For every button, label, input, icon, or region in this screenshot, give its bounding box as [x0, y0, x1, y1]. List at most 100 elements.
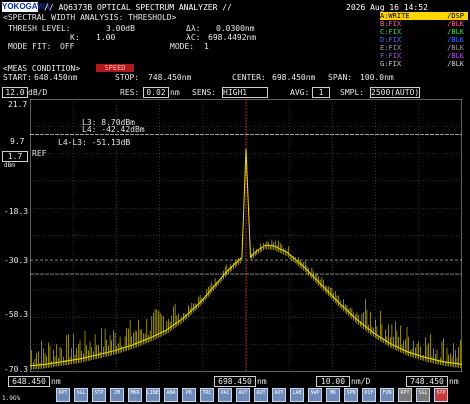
span-per-div-field[interactable]: 10.00 — [316, 376, 350, 387]
trace-e-mode: E:FIX — [380, 44, 402, 52]
trace-a-row[interactable]: A:WRITE/DSP — [380, 12, 468, 20]
trace-b-display: /BLK — [447, 20, 464, 28]
toolbar-button-stp[interactable]: STP — [434, 388, 448, 402]
center-label: CENTER: — [232, 73, 266, 82]
toolbar-button-aut[interactable]: AUT — [236, 388, 250, 402]
toolbar-button-trc[interactable]: TRC — [200, 388, 214, 402]
trace-g-row[interactable]: G:FIX/BLK — [380, 60, 468, 68]
mode-value: 1 — [204, 42, 209, 51]
res-unit: nm — [170, 88, 180, 97]
delta-lambda-label: Δλ: — [186, 24, 201, 33]
trace-c-row[interactable]: C:FIX/BLK — [380, 28, 468, 36]
mode-label: MODE: — [170, 42, 195, 51]
mode-fit-label: MODE FIT: — [8, 42, 52, 51]
toolbar-button-vac[interactable]: VAC — [218, 388, 232, 402]
toolbar-button-stp[interactable]: STP — [92, 388, 106, 402]
sens-label: SENS: — [192, 88, 217, 97]
trace-status-panel: A:WRITE/DSP B:FIX/BLK C:FIX/BLK D:FIX/BL… — [380, 12, 468, 68]
trace-c-mode: C:FIX — [380, 28, 402, 36]
trace-g-display: /BLK — [447, 60, 464, 68]
trace-f-display: /BLK — [447, 52, 464, 60]
toolbar-button-lab[interactable]: LAB — [290, 388, 304, 402]
trace-b-row[interactable]: B:FIX/BLK — [380, 20, 468, 28]
toolbar-button-rpt[interactable]: RPT — [56, 388, 70, 402]
toolbar-button-fun[interactable]: FUN — [380, 388, 394, 402]
start-unit: nm — [51, 377, 61, 386]
span-per-div-unit: nm/D — [351, 377, 371, 386]
toolbar-button-line[interactable]: LINE — [146, 388, 160, 402]
marker-diff-readout: L4-L3: -51.13dB — [58, 138, 131, 147]
datetime: 2026 Aug 16 14:52 — [346, 3, 428, 12]
k-label: K: — [70, 33, 80, 42]
stop-label: STOP: — [115, 73, 140, 82]
res-field[interactable]: 0.02 — [143, 87, 169, 98]
trace-a-mode: A:WRITE — [380, 12, 410, 20]
toolbar-button-aut[interactable]: AUT — [254, 388, 268, 402]
trace-f-mode: F:FIX — [380, 52, 402, 60]
center-unit: nm — [257, 377, 267, 386]
page-indicator: 1.9G% — [2, 395, 21, 402]
toolbar-button-mkr[interactable]: MKR — [128, 388, 142, 402]
trace-b-mode: B:FIX — [380, 20, 402, 28]
thresh-level-label: THRESH LEVEL: — [8, 24, 71, 33]
mode-fit-value: OFF — [60, 42, 75, 51]
start-label: START: — [3, 73, 32, 82]
trace-f-row[interactable]: F:FIX/BLK — [380, 52, 468, 60]
avg-field[interactable]: 1 — [312, 87, 330, 98]
start-wavelength-field[interactable]: 648.450 — [8, 376, 50, 387]
k-value: 1.00 — [96, 33, 116, 42]
marker-l4-readout: L4: -42.42dBm — [82, 125, 145, 134]
lambda-c-value: 698.4492nm — [208, 33, 257, 42]
trace-e-display: /BLK — [447, 44, 464, 52]
trace-c-display: /BLK — [447, 28, 464, 36]
ref-label: REF — [32, 149, 47, 158]
y-tick-label: -18.3 — [4, 207, 29, 216]
y-tick-label: 21.7 — [8, 100, 28, 109]
toolbar-button-sgl[interactable]: SGL — [74, 388, 88, 402]
y-tick-label: -70.3 — [4, 365, 29, 374]
trace-e-row[interactable]: E:FIX/BLK — [380, 44, 468, 52]
delta-lambda-value: 0.0300nm — [216, 24, 255, 33]
window-title: // AQ6373B OPTICAL SPECTRUM ANALYZER // — [44, 3, 232, 12]
stop-wavelength-field[interactable]: 748.450 — [406, 376, 448, 387]
yokogawa-logo: YOKOGAWA — [2, 2, 51, 12]
y-tick-label: 9.7 — [10, 137, 25, 146]
scale-field[interactable]: 12.0 — [2, 87, 28, 98]
sens-field[interactable]: HIGH1 — [222, 87, 268, 98]
trace-d-row[interactable]: D:FIX/BLK — [380, 36, 468, 44]
res-label: RES: — [120, 88, 140, 97]
speed-badge: SPEED — [96, 64, 134, 72]
trace-d-display: /BLK — [447, 36, 464, 44]
center-wavelength-field[interactable]: 698.450 — [214, 376, 256, 387]
y-tick-label: -58.3 — [4, 310, 29, 319]
toolbar-button-mk[interactable]: MK — [326, 388, 340, 402]
trace-d-mode: D:FIX — [380, 36, 402, 44]
toolbar-button-aut[interactable]: AUT — [272, 388, 286, 402]
trace-a-display: /DSP — [447, 12, 464, 20]
toolbar-button-spn[interactable]: SPN — [344, 388, 358, 402]
scale-unit: dB/D — [28, 88, 48, 97]
span-label: SPAN: — [328, 73, 353, 82]
toolbar-button-zm[interactable]: ZM — [110, 388, 124, 402]
y-tick-label: -30.3 — [4, 256, 29, 265]
toolbar-button-rpt[interactable]: RPT — [398, 388, 412, 402]
trace-g-mode: G:FIX — [380, 60, 402, 68]
y-unit-label: dBm — [4, 162, 15, 169]
stop-unit: nm — [449, 377, 459, 386]
meas-condition-heading: <MEAS CONDITION> — [3, 64, 81, 73]
toolbar-button-sgl[interactable]: SGL — [416, 388, 430, 402]
thresh-level-value: 3.00dB — [106, 24, 135, 33]
toolbar-button-ana[interactable]: ANA — [164, 388, 178, 402]
avg-label: AVG: — [290, 88, 310, 97]
smpl-label: SMPL: — [340, 88, 365, 97]
lambda-c-label: λC: — [186, 33, 201, 42]
analysis-heading: <SPECTRAL WIDTH ANALYSIS: THRESHOLD> — [3, 13, 177, 22]
center-value: 698.450nm — [272, 73, 316, 82]
smpl-field[interactable]: 2500(AUTO) — [370, 87, 420, 98]
toolbar-button-pk[interactable]: PK — [182, 388, 196, 402]
toolbar-button-dif[interactable]: DIF — [362, 388, 376, 402]
stop-value: 748.450nm — [148, 73, 192, 82]
span-value: 100.0nm — [360, 73, 394, 82]
toolbar-button-swp[interactable]: SWP — [308, 388, 322, 402]
start-value: 648.450nm — [34, 73, 78, 82]
